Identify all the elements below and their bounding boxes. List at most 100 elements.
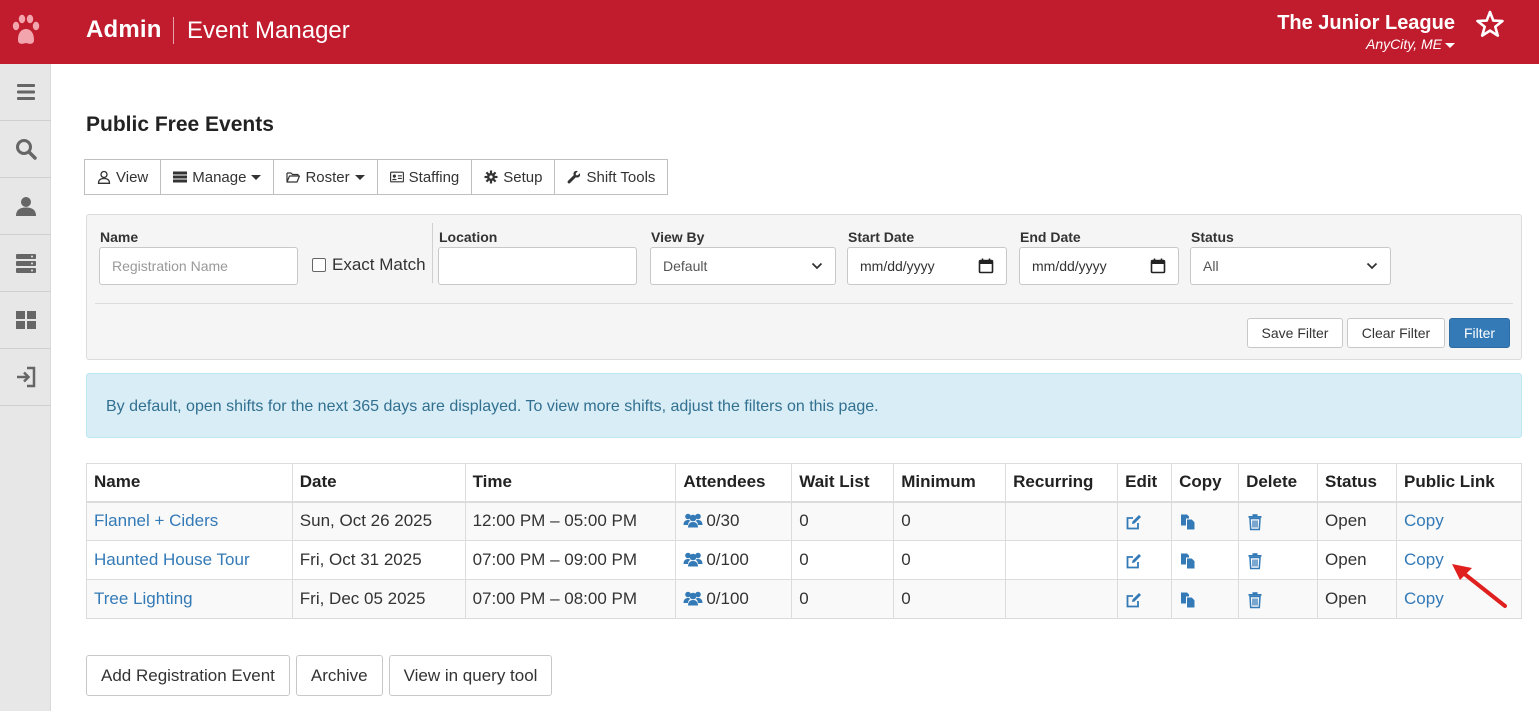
org-city[interactable]: AnyCity, ME (1277, 36, 1455, 52)
view-button[interactable]: View (84, 159, 162, 195)
attendees-count: 0/100 (706, 589, 749, 608)
edit-cell (1117, 501, 1173, 541)
gear-icon (484, 170, 498, 184)
event-toolbar: View Manage Roster Staffing Setup Shift … (84, 159, 669, 195)
view-in-query-tool-button[interactable]: View in query tool (388, 655, 553, 696)
manage-dropdown[interactable]: Manage (160, 159, 275, 195)
sidebar-item-profile[interactable] (0, 178, 51, 235)
chevron-down-icon (811, 262, 823, 270)
star-icon[interactable] (1476, 10, 1504, 38)
column-header[interactable]: Attendees (675, 463, 793, 503)
org-name: The Junior League (1277, 12, 1455, 34)
event-time: 12:00 PM – 05:00 PM (464, 501, 677, 541)
copy-icon[interactable] (1179, 513, 1197, 531)
caret-down-icon (251, 174, 262, 180)
column-header[interactable]: Recurring (1005, 463, 1119, 503)
trash-icon[interactable] (1246, 513, 1264, 531)
copy-icon[interactable] (1179, 552, 1197, 570)
calendar-icon[interactable] (978, 258, 994, 274)
sidebar-item-dashboard[interactable] (0, 292, 51, 349)
filter-divider (432, 223, 433, 283)
status-filter-label: Status (1191, 229, 1234, 245)
org-switcher[interactable]: The Junior League AnyCity, ME (1277, 12, 1455, 52)
sidebar-item-server[interactable] (0, 235, 51, 292)
table-row: Flannel + Ciders Sun, Oct 26 2025 12:00 … (86, 501, 1522, 541)
app-name: Event Manager (187, 17, 350, 44)
roster-dropdown-label: Roster (305, 168, 350, 186)
event-status: Open (1317, 540, 1398, 580)
checkbox-box (312, 258, 326, 272)
event-date: Sun, Oct 26 2025 (291, 501, 466, 541)
start-date-input[interactable]: mm/dd/yyyy (847, 247, 1007, 285)
delete-cell (1238, 501, 1319, 541)
event-name-link[interactable]: Tree Lighting (94, 589, 193, 608)
edit-cell (1117, 540, 1173, 580)
chevron-down-icon (1366, 262, 1378, 270)
staffing-button[interactable]: Staffing (376, 159, 473, 195)
archive-button[interactable]: Archive (295, 655, 383, 696)
status-select[interactable]: All (1190, 247, 1391, 285)
view-by-select[interactable]: Default (650, 247, 836, 285)
recurring-cell (1005, 579, 1119, 619)
attendees-count: 0/100 (706, 550, 749, 569)
filter-panel: Name Registration Name Exact Match Locat… (86, 214, 1522, 360)
table-row: Haunted House Tour Fri, Oct 31 2025 07:0… (86, 540, 1522, 580)
add-registration-event-button[interactable]: Add Registration Event (86, 655, 290, 696)
copy-icon[interactable] (1179, 591, 1197, 609)
exact-match-label: Exact Match (332, 255, 426, 274)
copy-public-link[interactable]: Copy (1404, 550, 1444, 569)
status-value: All (1203, 258, 1219, 274)
table-header-row: Name Date Time Attendees Wait List Minim… (86, 463, 1522, 503)
user-outline-icon (97, 170, 111, 184)
column-header[interactable]: Date (291, 463, 466, 503)
setup-button[interactable]: Setup (471, 159, 556, 195)
end-date-input[interactable]: mm/dd/yyyy (1019, 247, 1179, 285)
trash-icon[interactable] (1246, 591, 1264, 609)
column-header[interactable]: Minimum (893, 463, 1007, 503)
calendar-icon[interactable] (1150, 258, 1166, 274)
brand-title[interactable]: Admin (86, 16, 162, 44)
minimum-count: 0 (893, 540, 1007, 580)
sidebar-item-sign-in[interactable] (0, 349, 51, 406)
column-header[interactable]: Wait List (791, 463, 895, 503)
save-filter-button[interactable]: Save Filter (1247, 318, 1343, 348)
column-header[interactable]: Status (1317, 463, 1398, 503)
attendees-cell: 0/100 (675, 579, 793, 619)
server-icon (15, 254, 36, 273)
filter-button[interactable]: Filter (1449, 318, 1510, 348)
sidebar-item-search[interactable] (0, 121, 51, 178)
exact-match-checkbox[interactable]: Exact Match (312, 255, 426, 275)
clear-filter-button[interactable]: Clear Filter (1347, 318, 1445, 348)
registration-name-input[interactable]: Registration Name (99, 247, 298, 285)
paw-logo-icon[interactable] (10, 12, 42, 48)
copy-cell (1171, 540, 1240, 580)
id-card-icon (389, 171, 404, 183)
event-status: Open (1317, 501, 1398, 541)
edit-icon[interactable] (1125, 591, 1143, 609)
shift-tools-button[interactable]: Shift Tools (554, 159, 669, 195)
event-time: 07:00 PM – 09:00 PM (464, 540, 677, 580)
minimum-count: 0 (893, 579, 1007, 619)
event-name-cell: Tree Lighting (86, 579, 293, 619)
staffing-button-label: Staffing (408, 168, 460, 186)
roster-dropdown[interactable]: Roster (273, 159, 378, 195)
minimum-count: 0 (893, 501, 1007, 541)
copy-public-link[interactable]: Copy (1404, 511, 1444, 530)
public-link-cell: Copy (1396, 501, 1522, 541)
event-status: Open (1317, 579, 1398, 619)
column-header[interactable]: Time (464, 463, 677, 503)
column-header[interactable]: Name (86, 463, 293, 503)
setup-button-label: Setup (503, 168, 543, 186)
location-input[interactable] (438, 247, 637, 285)
event-time: 07:00 PM – 08:00 PM (464, 579, 677, 619)
menu-icon (16, 84, 35, 100)
edit-icon[interactable] (1125, 513, 1143, 531)
caret-down-icon (354, 174, 365, 180)
copy-public-link[interactable]: Copy (1404, 589, 1444, 608)
event-name-link[interactable]: Flannel + Ciders (94, 511, 218, 530)
page-actions: Add Registration Event Archive View in q… (86, 655, 553, 696)
edit-icon[interactable] (1125, 552, 1143, 570)
event-name-link[interactable]: Haunted House Tour (94, 550, 250, 569)
trash-icon[interactable] (1246, 552, 1264, 570)
sidebar-item-menu[interactable] (0, 64, 51, 121)
